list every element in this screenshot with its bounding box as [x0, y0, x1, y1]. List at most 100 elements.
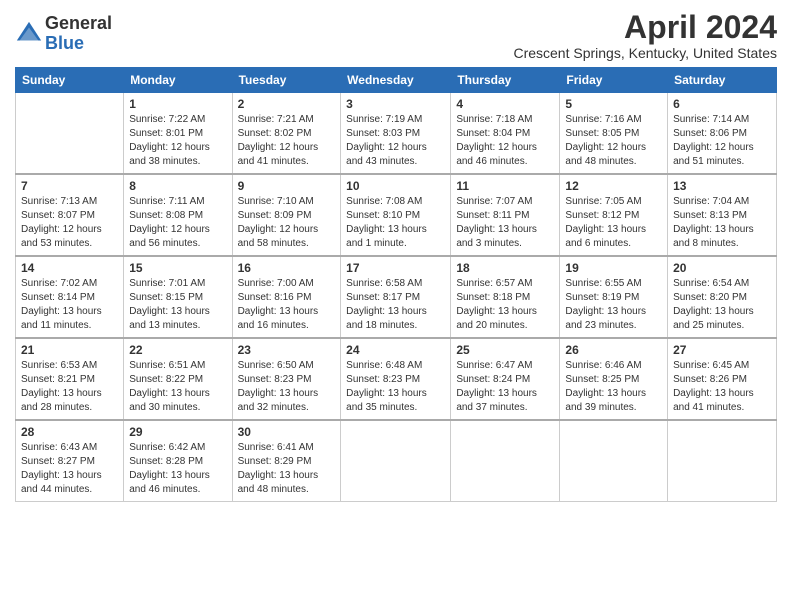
- day-number: 25: [456, 343, 554, 357]
- calendar-cell: 25 Sunrise: 6:47 AM Sunset: 8:24 PM Dayli…: [451, 338, 560, 420]
- calendar-week-row: 14 Sunrise: 7:02 AM Sunset: 8:14 PM Dayli…: [16, 256, 777, 338]
- month-title: April 2024: [513, 10, 777, 45]
- day-info: Sunrise: 6:51 AM Sunset: 8:22 PM Dayligh…: [129, 360, 210, 413]
- calendar-cell: 11 Sunrise: 7:07 AM Sunset: 8:11 PM Dayli…: [451, 174, 560, 256]
- calendar-cell: 3Sunrise: 7:19 AM Sunset: 8:03 PM Daylig…: [341, 93, 451, 175]
- calendar-cell: 5 Sunrise: 7:16 AM Sunset: 8:05 PM Daylig…: [560, 93, 668, 175]
- day-info: Sunrise: 7:14 AM Sunset: 8:06 PM Dayligh…: [673, 114, 754, 167]
- day-info: Sunrise: 6:58 AM Sunset: 8:17 PM Dayligh…: [346, 278, 427, 331]
- day-info: Sunrise: 6:42 AM Sunset: 8:28 PM Dayligh…: [129, 442, 210, 495]
- day-number: 9: [238, 179, 336, 193]
- calendar-cell: 30 Sunrise: 6:41 AM Sunset: 8:29 PM Dayli…: [232, 420, 341, 502]
- day-number: 27: [673, 343, 771, 357]
- day-info: Sunrise: 7:04 AM Sunset: 8:13 PM Dayligh…: [673, 196, 754, 249]
- day-number: 6: [673, 97, 771, 111]
- calendar-cell: 18 Sunrise: 6:57 AM Sunset: 8:18 PM Dayli…: [451, 256, 560, 338]
- calendar-cell: 27 Sunrise: 6:45 AM Sunset: 8:26 PM Dayli…: [668, 338, 777, 420]
- day-number: 19: [565, 261, 662, 275]
- calendar-cell: 17 Sunrise: 6:58 AM Sunset: 8:17 PM Dayli…: [341, 256, 451, 338]
- day-number: 4: [456, 97, 554, 111]
- day-number: 26: [565, 343, 662, 357]
- day-number: 21: [21, 343, 118, 357]
- header-friday: Friday: [560, 68, 668, 93]
- calendar-cell: 8 Sunrise: 7:11 AM Sunset: 8:08 PM Daylig…: [124, 174, 232, 256]
- calendar-cell: [668, 420, 777, 502]
- calendar-week-row: 7 Sunrise: 7:13 AM Sunset: 8:07 PM Daylig…: [16, 174, 777, 256]
- day-number: 11: [456, 179, 554, 193]
- calendar-cell: [341, 420, 451, 502]
- day-number: 14: [21, 261, 118, 275]
- day-info: Sunrise: 7:10 AM Sunset: 8:09 PM Dayligh…: [238, 196, 319, 249]
- day-number: 1: [129, 97, 226, 111]
- logo-blue: Blue: [45, 34, 112, 54]
- calendar-cell: 4 Sunrise: 7:18 AM Sunset: 8:04 PM Daylig…: [451, 93, 560, 175]
- calendar-header-row: SundayMondayTuesdayWednesdayThursdayFrid…: [16, 68, 777, 93]
- title-area: April 2024 Crescent Springs, Kentucky, U…: [513, 10, 777, 61]
- calendar-week-row: 28 Sunrise: 6:43 AM Sunset: 8:27 PM Dayli…: [16, 420, 777, 502]
- day-info: Sunrise: 6:46 AM Sunset: 8:25 PM Dayligh…: [565, 360, 646, 413]
- page-header: General Blue April 2024 Crescent Springs…: [15, 10, 777, 61]
- calendar-cell: 23Sunrise: 6:50 AM Sunset: 8:23 PM Dayli…: [232, 338, 341, 420]
- day-info: Sunrise: 6:54 AM Sunset: 8:20 PM Dayligh…: [673, 278, 754, 331]
- day-info: Sunrise: 6:47 AM Sunset: 8:24 PM Dayligh…: [456, 360, 537, 413]
- calendar-cell: 22Sunrise: 6:51 AM Sunset: 8:22 PM Dayli…: [124, 338, 232, 420]
- day-info: Sunrise: 7:22 AM Sunset: 8:01 PM Dayligh…: [129, 114, 210, 167]
- day-number: 8: [129, 179, 226, 193]
- calendar-cell: [16, 93, 124, 175]
- calendar-cell: 15 Sunrise: 7:01 AM Sunset: 8:15 PM Dayli…: [124, 256, 232, 338]
- day-info: Sunrise: 7:16 AM Sunset: 8:05 PM Dayligh…: [565, 114, 646, 167]
- day-number: 28: [21, 425, 118, 439]
- calendar-cell: 19 Sunrise: 6:55 AM Sunset: 8:19 PM Dayli…: [560, 256, 668, 338]
- calendar-cell: [451, 420, 560, 502]
- day-info: Sunrise: 7:07 AM Sunset: 8:11 PM Dayligh…: [456, 196, 537, 249]
- day-info: Sunrise: 7:02 AM Sunset: 8:14 PM Dayligh…: [21, 278, 102, 331]
- day-info: Sunrise: 7:11 AM Sunset: 8:08 PM Dayligh…: [129, 196, 210, 249]
- calendar-cell: 12Sunrise: 7:05 AM Sunset: 8:12 PM Dayli…: [560, 174, 668, 256]
- day-number: 29: [129, 425, 226, 439]
- day-number: 2: [238, 97, 336, 111]
- day-number: 3: [346, 97, 445, 111]
- day-number: 5: [565, 97, 662, 111]
- day-number: 15: [129, 261, 226, 275]
- logo: General Blue: [15, 14, 112, 54]
- header-saturday: Saturday: [668, 68, 777, 93]
- day-info: Sunrise: 7:13 AM Sunset: 8:07 PM Dayligh…: [21, 196, 102, 249]
- day-info: Sunrise: 6:43 AM Sunset: 8:27 PM Dayligh…: [21, 442, 102, 495]
- header-wednesday: Wednesday: [341, 68, 451, 93]
- calendar-week-row: 1 Sunrise: 7:22 AM Sunset: 8:01 PM Daylig…: [16, 93, 777, 175]
- calendar-table: SundayMondayTuesdayWednesdayThursdayFrid…: [15, 67, 777, 502]
- calendar-cell: [560, 420, 668, 502]
- logo-text: General Blue: [45, 14, 112, 54]
- calendar-cell: 24 Sunrise: 6:48 AM Sunset: 8:23 PM Dayli…: [341, 338, 451, 420]
- day-info: Sunrise: 7:21 AM Sunset: 8:02 PM Dayligh…: [238, 114, 319, 167]
- day-number: 24: [346, 343, 445, 357]
- day-number: 17: [346, 261, 445, 275]
- calendar-cell: 1 Sunrise: 7:22 AM Sunset: 8:01 PM Daylig…: [124, 93, 232, 175]
- calendar-cell: 2 Sunrise: 7:21 AM Sunset: 8:02 PM Daylig…: [232, 93, 341, 175]
- calendar-cell: 29 Sunrise: 6:42 AM Sunset: 8:28 PM Dayli…: [124, 420, 232, 502]
- calendar-cell: 20 Sunrise: 6:54 AM Sunset: 8:20 PM Dayli…: [668, 256, 777, 338]
- day-info: Sunrise: 6:55 AM Sunset: 8:19 PM Dayligh…: [565, 278, 646, 331]
- day-number: 30: [238, 425, 336, 439]
- day-info: Sunrise: 7:18 AM Sunset: 8:04 PM Dayligh…: [456, 114, 537, 167]
- header-sunday: Sunday: [16, 68, 124, 93]
- day-info: Sunrise: 7:08 AM Sunset: 8:10 PM Dayligh…: [346, 196, 427, 249]
- day-info: Sunrise: 6:48 AM Sunset: 8:23 PM Dayligh…: [346, 360, 427, 413]
- day-info: Sunrise: 7:01 AM Sunset: 8:15 PM Dayligh…: [129, 278, 210, 331]
- day-info: Sunrise: 6:50 AM Sunset: 8:23 PM Dayligh…: [238, 360, 319, 413]
- location-title: Crescent Springs, Kentucky, United State…: [513, 45, 777, 61]
- day-info: Sunrise: 6:45 AM Sunset: 8:26 PM Dayligh…: [673, 360, 754, 413]
- day-number: 7: [21, 179, 118, 193]
- calendar-cell: 26 Sunrise: 6:46 AM Sunset: 8:25 PM Dayli…: [560, 338, 668, 420]
- day-info: Sunrise: 7:00 AM Sunset: 8:16 PM Dayligh…: [238, 278, 319, 331]
- calendar-cell: 14 Sunrise: 7:02 AM Sunset: 8:14 PM Dayli…: [16, 256, 124, 338]
- day-number: 16: [238, 261, 336, 275]
- day-info: Sunrise: 6:41 AM Sunset: 8:29 PM Dayligh…: [238, 442, 319, 495]
- logo-icon: [15, 20, 43, 48]
- calendar-week-row: 21 Sunrise: 6:53 AM Sunset: 8:21 PM Dayli…: [16, 338, 777, 420]
- day-info: Sunrise: 6:53 AM Sunset: 8:21 PM Dayligh…: [21, 360, 102, 413]
- day-number: 18: [456, 261, 554, 275]
- calendar-cell: 21 Sunrise: 6:53 AM Sunset: 8:21 PM Dayli…: [16, 338, 124, 420]
- day-info: Sunrise: 6:57 AM Sunset: 8:18 PM Dayligh…: [456, 278, 537, 331]
- day-number: 20: [673, 261, 771, 275]
